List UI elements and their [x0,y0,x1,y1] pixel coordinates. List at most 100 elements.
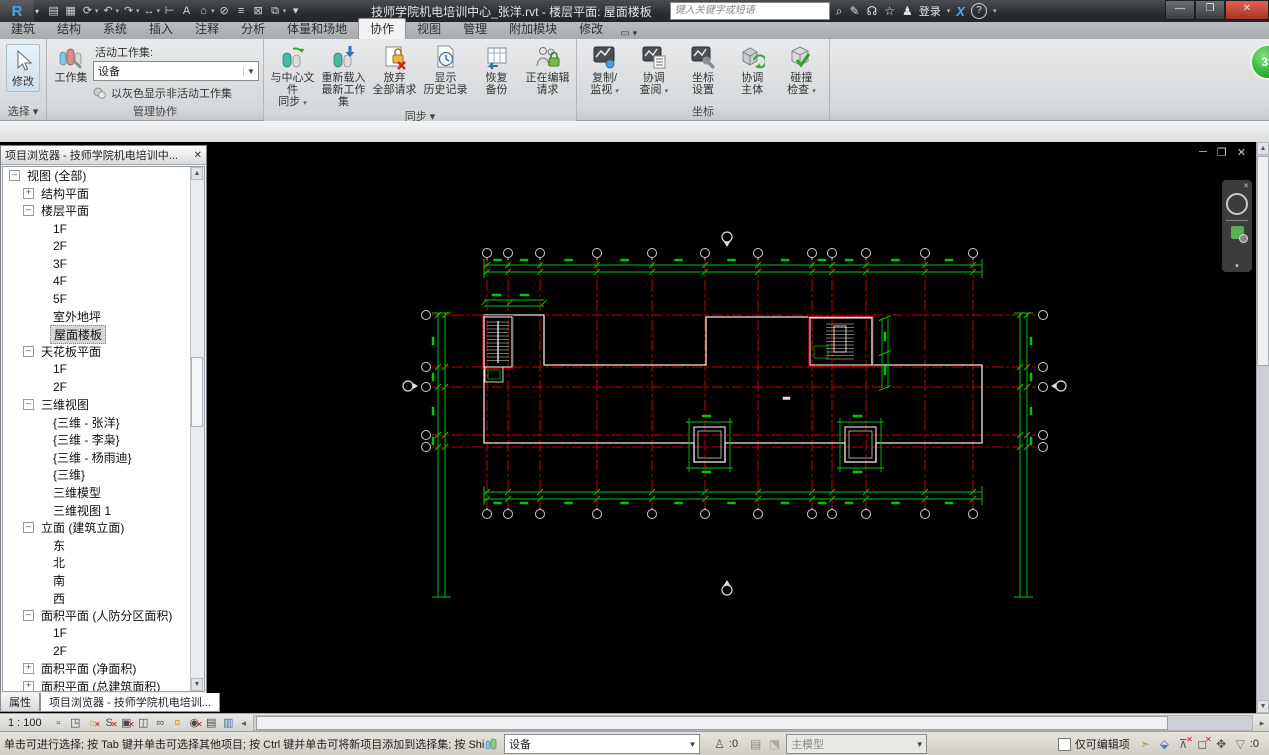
tab-结构[interactable]: 结构 [46,19,92,39]
expand-icon[interactable]: + [23,680,34,691]
tab-管理[interactable]: 管理 [452,19,498,39]
view-scale-button[interactable]: 1 : 100 [0,717,50,729]
undo-icon[interactable]: ↶ [101,3,116,19]
dock-tab-项目浏览器 - 技师学院机电培训...[interactable]: 项目浏览器 - 技师学院机电培训... [40,693,220,712]
browser-scrollbar[interactable]: ▲ ▼ [190,167,204,691]
tree-item-视图 (全部)[interactable]: – 视图 (全部) [3,167,204,185]
tab-视图[interactable]: 视图 [406,19,452,39]
measure-icon[interactable]: ↔ [142,3,157,19]
tree-item-西[interactable]: 西 [3,589,204,607]
relinquish-all-button[interactable]: 放弃 全部请求 [370,42,419,96]
tree-item-2F[interactable]: 2F [3,237,204,255]
interference-check-button[interactable]: 碰撞 检查 ▾ [778,42,825,98]
reload-latest-button[interactable]: 重新载入 最新工作集 [319,42,368,108]
save-icon[interactable]: ▦ [63,3,78,19]
communication-center-icon[interactable]: ☊ [867,4,878,18]
tree-item-楼层平面[interactable]: – 楼层平面 [3,202,204,220]
collapse-icon[interactable]: – [23,399,34,411]
detail-level-icon[interactable]: ▫ [50,716,67,731]
collapse-icon[interactable]: – [23,205,34,217]
tree-item-{三维}[interactable]: {三维} [3,466,204,484]
measure-icon-arrow[interactable]: ▾ [157,7,161,15]
switch-windows-icon[interactable]: ⧉ [268,3,283,19]
restore-backup-button[interactable]: 恢复 备份 [472,42,521,96]
tab-体量和场地[interactable]: 体量和场地 [276,19,358,39]
favorites-icon[interactable]: ☆ [884,4,895,18]
design-options-combo[interactable]: 主模型 ▼ [786,734,928,754]
signin-button[interactable]: 登录 [919,3,941,19]
tree-item-2F[interactable]: 2F [3,378,204,396]
analytical-model-icon[interactable]: ▥ [220,716,237,731]
temporary-hide-isolate-icon[interactable]: ∞ [152,716,169,731]
reveal-hidden-elements-icon[interactable]: ¤ [169,716,186,731]
navbar-more-icon[interactable]: ▾ [1235,262,1239,270]
visual-style-icon[interactable]: ◳ [67,716,84,731]
tree-item-面积平面 (人防分区面积)[interactable]: – 面积平面 (人防分区面积) [3,607,204,625]
sun-path-icon[interactable]: ☼ ✕ [84,716,101,731]
editing-requests-button[interactable]: 正在编辑 请求 [523,42,572,96]
switch-windows-icon-arrow[interactable]: ▾ [283,7,287,15]
checkbox-icon[interactable] [1057,737,1071,751]
worksharing-display-settings-icon[interactable]: ▤ [746,737,765,751]
project-browser-header[interactable]: 项目浏览器 - 技师学院机电培训中... ✕ [1,146,206,165]
thin-lines-icon[interactable]: ≡ [234,3,249,19]
tab-系统[interactable]: 系统 [92,19,138,39]
design-options-arrow-icon[interactable]: ▼ [913,740,926,749]
select-panel-label[interactable]: 选择 ▾ [0,105,46,120]
tree-item-天花板平面[interactable]: – 天花板平面 [3,343,204,361]
coordination-settings-button[interactable]: 坐标 设置 [679,42,726,96]
dock-tab-属性[interactable]: 属性 [0,693,40,712]
tree-item-2F[interactable]: 2F [3,642,204,660]
section-icon[interactable]: ⊘ [217,3,232,19]
show-history-button[interactable]: 显示 历史记录 [421,42,470,96]
close-hidden-windows-icon[interactable]: ⊠ [251,3,266,19]
expand-icon[interactable]: + [23,662,34,674]
zoom-tool-icon[interactable] [1230,226,1248,243]
status-workset-arrow-icon[interactable]: ▼ [686,740,699,749]
redo-icon-arrow[interactable]: ▾ [136,7,140,15]
tree-item-1F[interactable]: 1F [3,220,204,238]
canvas-horizontal-scrollbar[interactable] [252,715,1253,731]
redo-icon[interactable]: ↷ [121,3,136,19]
project-browser-close-icon[interactable]: ✕ [194,150,202,161]
text-icon[interactable]: A [179,3,194,19]
worksets-button[interactable]: 工作集 [51,42,91,84]
view-minimize-icon[interactable]: ─ [1199,146,1207,159]
tree-item-{三维 - 杨雨迪}[interactable]: {三维 - 杨雨迪} [3,449,204,467]
gray-inactive-worksets-button[interactable]: 以灰色显示非活动工作集 [93,85,259,101]
tree-item-1F[interactable]: 1F [3,624,204,642]
tab-注释[interactable]: 注释 [184,19,230,39]
worksharing-display-icon[interactable]: ◉ ✕ [186,716,202,731]
tree-item-面积平面 (总建筑面积)[interactable]: + 面积平面 (总建筑面积) [3,677,204,691]
qat-customize-icon[interactable]: ▾ [288,3,303,19]
signin-user-icon[interactable]: ♟ [902,4,913,18]
tab-修改[interactable]: 修改 [568,19,614,39]
tree-item-南[interactable]: 南 [3,572,204,590]
sync-icon-arrow[interactable]: ▾ [95,7,99,15]
canvas-scroll-down-icon[interactable]: ▼ [1257,700,1269,713]
scroll-down-icon[interactable]: ▼ [191,678,203,691]
tree-item-3F[interactable]: 3F [3,255,204,273]
navbar-close-icon[interactable]: ✕ [1243,182,1249,190]
application-menu-arrow-icon[interactable]: ▾ [35,7,39,16]
hscroll-left-icon[interactable]: ◂ [237,718,251,729]
shadows-icon[interactable]: S ✕ [101,716,117,731]
tree-item-三维视图[interactable]: – 三维视图 [3,396,204,414]
canvas-vertical-scrollbar[interactable]: ▲ ▼ [1256,142,1269,713]
editable-only-checkbox[interactable]: 仅可编辑项 [1057,736,1130,752]
ribbon-display-toggle-icon[interactable]: ▭ ▾ [620,28,637,39]
copy-monitor-button[interactable]: 复制/监视 ▾ [581,42,628,98]
view-close-icon[interactable]: ✕ [1237,146,1246,159]
tab-分析[interactable]: 分析 [230,19,276,39]
tree-item-立面 (建筑立面)[interactable]: – 立面 (建筑立面) [3,519,204,537]
undo-icon-arrow[interactable]: ▾ [116,7,120,15]
tree-item-{三维 - 张洋}[interactable]: {三维 - 张洋} [3,413,204,431]
editing-requests-icon[interactable]: ♙ [710,737,729,751]
default-3d-view-icon-arrow[interactable]: ▾ [211,7,215,15]
collapse-icon[interactable]: – [23,346,34,358]
open-icon[interactable]: ▤ [46,3,61,19]
select-elements-by-face-icon[interactable]: ◻ ✕ [1193,735,1211,751]
search-input[interactable]: 键入关键字或短语 [669,2,830,20]
tree-item-面积平面 (净面积)[interactable]: + 面积平面 (净面积) [3,660,204,678]
minimize-button[interactable]: — [1165,0,1195,20]
